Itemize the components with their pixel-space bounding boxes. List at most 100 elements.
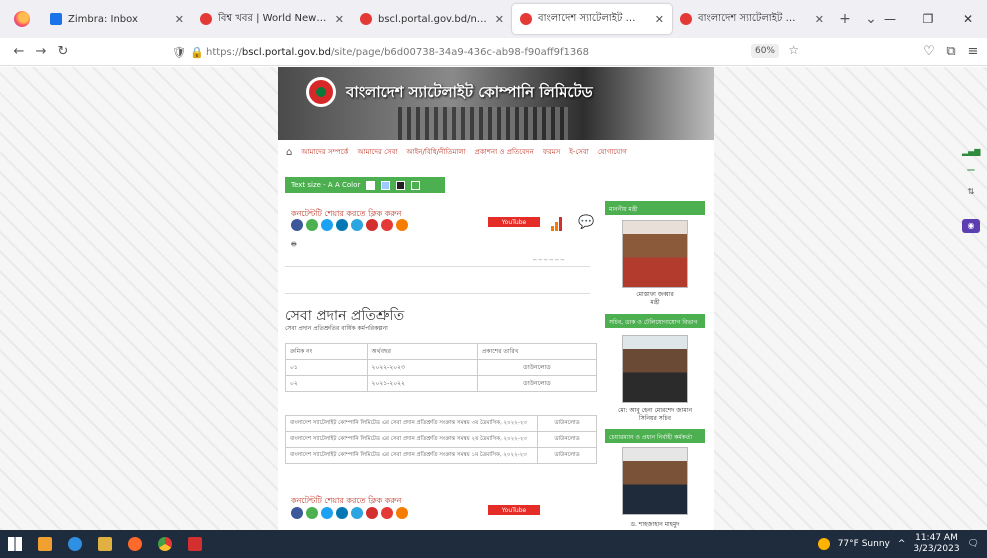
youtube-button[interactable]: YouTube [488, 505, 540, 515]
reload-icon[interactable]: ↻ [52, 44, 74, 59]
pocket-icon[interactable]: ♡ [918, 44, 940, 59]
windows-start-icon[interactable] [0, 530, 30, 558]
lock-icon[interactable]: 🔒 [188, 46, 206, 59]
text-size-label[interactable]: Text size - A A Color [291, 181, 360, 189]
firefox-taskbar-icon[interactable] [120, 530, 150, 558]
social-share-icons-bottom [291, 507, 408, 519]
linkedin-icon[interactable] [336, 219, 348, 231]
feedback-icon[interactable]: 💬 [578, 215, 594, 230]
close-window-button[interactable]: ✕ [949, 0, 987, 38]
home-icon[interactable]: ⌂ [286, 147, 292, 158]
share-more-icon[interactable] [396, 219, 408, 231]
tab-bscl-2[interactable]: বাংলাদেশ স্যাটেলাইট কোম্পা ✕ [672, 4, 832, 34]
menu-item-eservice[interactable]: ই-সেবা [569, 146, 589, 158]
gov-icon [680, 13, 692, 25]
table-header-cell: প্রকাশের তারিখ [476, 343, 598, 360]
tab-bscl-active[interactable]: বাংলাদেশ স্যাটেলাইট কোম্পা ✕ [512, 4, 672, 34]
divider [285, 293, 590, 294]
search-taskbar-icon[interactable] [30, 530, 60, 558]
bookmark-star-icon[interactable]: ☆ [788, 43, 799, 57]
close-icon[interactable]: ✕ [495, 13, 504, 26]
print-icon[interactable]: 🖶 [291, 240, 297, 250]
close-icon[interactable]: ✕ [655, 13, 664, 26]
color-white-button[interactable] [366, 180, 376, 190]
accessibility-toolbar: Text size - A A Color [285, 177, 445, 193]
twitter-icon[interactable] [321, 219, 333, 231]
portal-page: বাংলাদেশ স্যাটেলাইট কোম্পানি লিমিটেড ⌂ আ… [278, 67, 714, 530]
menu-item-services[interactable]: আমাদের সেবা [357, 146, 397, 158]
whatsapp-icon[interactable] [306, 219, 318, 231]
download-link[interactable]: ডাউনলোড [537, 431, 597, 448]
tab-bscl-admin[interactable]: bscl.portal.gov.bd/npfadmi ✕ [352, 4, 512, 34]
new-tab-button[interactable]: + [832, 11, 858, 27]
menu-icon[interactable]: ≡ [962, 44, 984, 59]
download-link[interactable]: ডাউনলোড [537, 415, 597, 432]
chairman-name[interactable]: ড. শাহজাহান মাহমুদ [608, 519, 702, 530]
telegram-icon[interactable] [351, 507, 363, 519]
twitter-icon[interactable] [321, 507, 333, 519]
tray-chevron-icon[interactable]: ^ [898, 539, 906, 549]
url-bar[interactable]: 🛡 🔒 https://bscl.portal.gov.bd/site/page… [170, 41, 805, 63]
back-icon[interactable]: ← [8, 44, 30, 59]
extensions-icon[interactable]: ⧉ [940, 44, 962, 59]
chairman-photo [622, 447, 688, 515]
table-row: বাংলাদেশ স্যাটেলাইট কোম্পানি লিমিটেড এর … [285, 447, 597, 464]
clock[interactable]: 11:47 AM 3/23/2023 [913, 533, 959, 555]
side-heading-minister: মাননীয় মন্ত্রী [605, 201, 705, 215]
side-heading-chairman: চেয়ারম্যান ও প্রধান নির্বাহী কর্মকর্তা [605, 429, 705, 443]
close-icon[interactable]: ✕ [175, 13, 184, 26]
table-cell: ২০২১-২০২২ [366, 375, 478, 392]
weather-text[interactable]: 77°F Sunny [838, 539, 890, 549]
forward-icon[interactable]: → [30, 44, 52, 59]
minimize-button[interactable]: — [871, 0, 909, 38]
linkedin-icon[interactable] [336, 507, 348, 519]
close-icon[interactable]: ✕ [335, 13, 344, 26]
youtube-button[interactable]: YouTube [488, 217, 540, 227]
last-updated: ─ ─ ─ ─ ─ ─ [533, 257, 565, 264]
file-explorer-icon[interactable] [90, 530, 120, 558]
whatsapp-icon[interactable] [306, 507, 318, 519]
tab-world-news[interactable]: বিশ্ব খবর | World News Bangl ✕ [192, 4, 352, 34]
download-link[interactable]: ডাউনলোড [476, 359, 598, 376]
download-link[interactable]: ডাউনলোড [476, 375, 598, 392]
gmail-icon[interactable] [366, 219, 378, 231]
restore-button[interactable]: ❐ [909, 0, 947, 38]
color-blue-button[interactable] [381, 180, 391, 190]
menu-item-about[interactable]: আমাদের সম্পর্কে [301, 146, 348, 158]
facebook-icon[interactable] [291, 507, 303, 519]
extension-icon[interactable]: ◉ [962, 219, 980, 233]
tab-label: বাংলাদেশ স্যাটেলাইট কোম্পা [538, 12, 649, 24]
pdf-reader-icon[interactable] [180, 530, 210, 558]
menu-item-forms[interactable]: ফরমস [543, 146, 560, 158]
facebook-icon[interactable] [291, 219, 303, 231]
secretary-photo [622, 335, 688, 403]
tab-zimbra[interactable]: Zimbra: Inbox ✕ [42, 4, 192, 34]
divider [285, 266, 590, 267]
menu-item-law[interactable]: আইন/বিধি/নীতিমালা [407, 146, 466, 158]
table-cell: ০১ [285, 359, 368, 376]
network-stats-icon[interactable]: ▂▄▆ [962, 147, 980, 156]
telegram-icon[interactable] [351, 219, 363, 231]
close-icon[interactable]: ✕ [815, 13, 824, 26]
url-host: bscl.portal.gov.bd [241, 46, 331, 58]
gmail-icon[interactable] [366, 507, 378, 519]
menu-item-publications[interactable]: প্রকাশনা ও প্রতিবেদন [475, 146, 534, 158]
share-more-icon[interactable] [396, 507, 408, 519]
zoom-level[interactable]: 60% [750, 44, 779, 58]
rating-bars-icon[interactable] [551, 217, 565, 231]
quarterly-report-table: বাংলাদেশ স্যাটেলাইট কোম্পানি লিমিটেড এর … [285, 415, 597, 464]
youtube-label: YouTube [501, 218, 527, 226]
notification-icon[interactable]: 🗨 [968, 539, 979, 549]
shield-icon[interactable]: 🛡 [170, 46, 188, 59]
color-green-button[interactable] [411, 180, 421, 190]
edge-icon[interactable] [60, 530, 90, 558]
menu-item-contact[interactable]: যোগাযোগ [598, 146, 627, 158]
download-link[interactable]: ডাউনলোড [537, 447, 597, 464]
chrome-icon[interactable] [150, 530, 180, 558]
pinterest-icon[interactable] [381, 219, 393, 231]
translate-icon[interactable]: ⇅ [962, 187, 980, 196]
main-menu: ⌂ আমাদের সম্পর্কে আমাদের সেবা আইন/বিধি/ন… [278, 144, 714, 160]
charter-table: ক্রমিক নং অর্থবছর প্রকাশের তারিখ ০১ ২০২২… [285, 343, 598, 392]
pinterest-icon[interactable] [381, 507, 393, 519]
color-black-button[interactable] [396, 180, 406, 190]
